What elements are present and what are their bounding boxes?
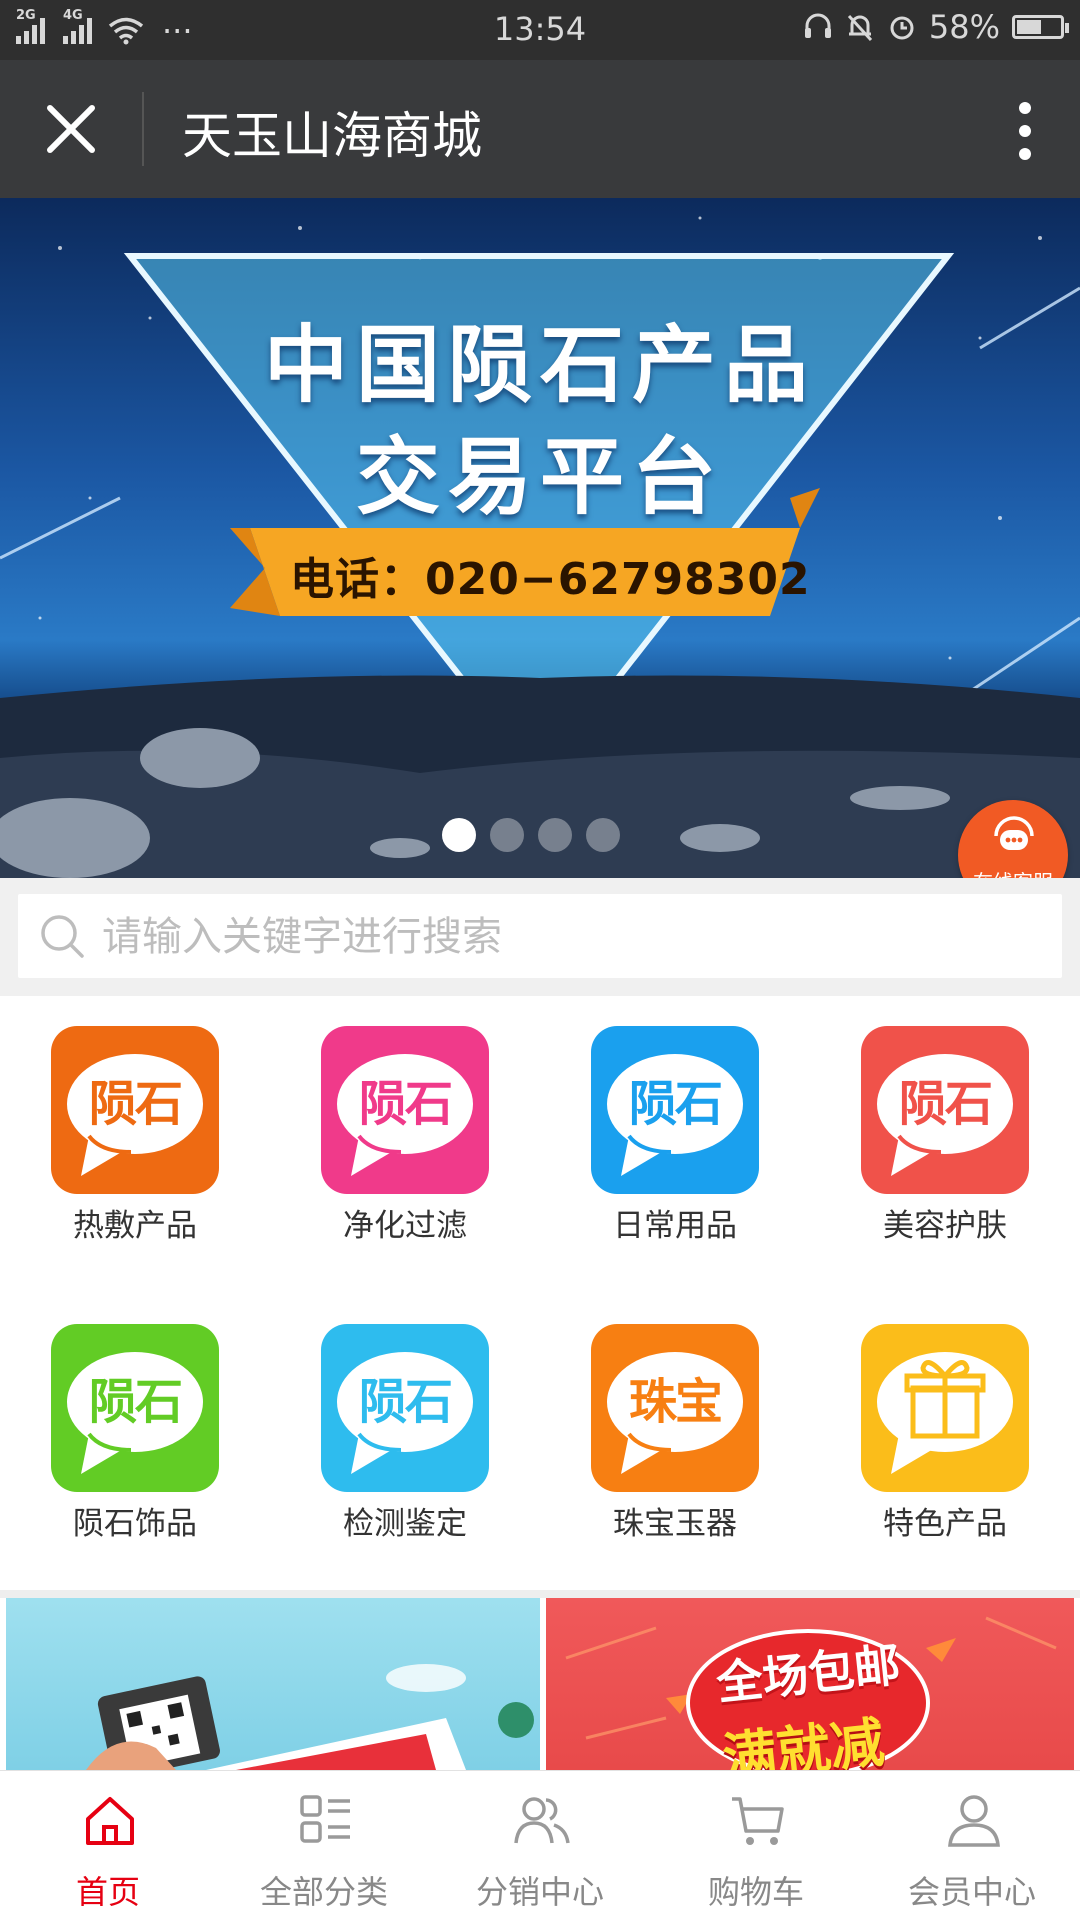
category-grid: 陨石 热敷产品 陨石 净化过滤 陨石 日常用品 陨石 美容护肤 陨石 陨石饰品 陨石 检测鉴定 珠宝 珠宝…: [0, 996, 1080, 1590]
category-label: 净化过滤: [343, 1208, 467, 1244]
speech-bubble-icon: 陨石: [591, 1026, 759, 1194]
close-icon[interactable]: [36, 94, 106, 164]
banner-title-line2: 交易平台: [355, 428, 724, 526]
banner-title-line1: 中国陨石产品: [263, 316, 816, 414]
category-icon: [300, 1795, 350, 1843]
headset-icon: [804, 13, 831, 38]
category-item[interactable]: 珠宝 珠宝玉器: [540, 1294, 810, 1554]
search-box[interactable]: [18, 894, 1062, 980]
category-item[interactable]: 特色产品: [810, 1294, 1080, 1554]
banner-carousel[interactable]: 中国陨石产品 交易平台 电话：020−62798302: [0, 198, 1080, 878]
category-label: 特色产品: [883, 1506, 1007, 1542]
search-input[interactable]: [100, 894, 1044, 980]
title-bar: 天玉山海商城: [0, 60, 1080, 198]
user-icon: [948, 1795, 1000, 1847]
mute-bell-icon: [847, 14, 872, 42]
speech-bubble-icon: 陨石: [861, 1026, 1029, 1194]
gift-icon: [861, 1324, 1029, 1492]
promo-separator: [0, 1590, 1080, 1598]
promo-banner-qrcode[interactable]: [6, 1598, 540, 1770]
battery-icon: [1012, 15, 1069, 39]
category-item[interactable]: 陨石 检测鉴定: [270, 1294, 540, 1554]
carousel-dot[interactable]: [490, 818, 524, 852]
title-divider: [142, 92, 144, 166]
carousel-dot[interactable]: [442, 818, 476, 852]
carousel-dot[interactable]: [538, 818, 572, 852]
battery-percent: 58%: [928, 8, 1000, 46]
more-menu-icon[interactable]: [1010, 96, 1040, 166]
nav-label: 分销中心: [475, 1873, 604, 1911]
category-icon-text: 陨石: [898, 1076, 993, 1132]
speech-bubble-icon: 陨石: [51, 1026, 219, 1194]
category-item[interactable]: 陨石 净化过滤: [270, 996, 540, 1256]
promo-banner-free-shipping[interactable]: 全场包邮 满就减: [546, 1598, 1074, 1770]
category-label: 美容护肤: [883, 1208, 1007, 1244]
category-icon-text: 珠宝: [628, 1374, 723, 1430]
nav-item[interactable]: 购物车: [648, 1771, 864, 1921]
nav-item[interactable]: 全部分类: [216, 1771, 432, 1921]
search-bar: [0, 878, 1080, 996]
speech-bubble-icon: 陨石: [51, 1324, 219, 1492]
category-label: 热敷产品: [73, 1208, 197, 1244]
chat-headset-icon: [994, 816, 1034, 850]
category-label: 检测鉴定: [343, 1506, 467, 1542]
nav-item[interactable]: 分销中心: [432, 1771, 648, 1921]
category-icon-text: 陨石: [358, 1076, 453, 1132]
category-icon-text: 陨石: [88, 1076, 183, 1132]
search-icon: [41, 915, 84, 958]
carousel-dots: [442, 818, 620, 852]
nav-label: 首页: [75, 1873, 140, 1911]
status-right: 58%: [803, 8, 1069, 46]
carousel-dot[interactable]: [586, 818, 620, 852]
category-icon-text: 陨石: [88, 1374, 183, 1430]
nav-item[interactable]: 会员中心: [864, 1771, 1080, 1921]
speech-bubble-icon: 陨石: [321, 1324, 489, 1492]
nav-item[interactable]: 首页: [0, 1771, 216, 1921]
category-item[interactable]: 陨石 美容护肤: [810, 996, 1080, 1256]
speech-bubble-icon: 珠宝: [591, 1324, 759, 1492]
page-title: 天玉山海商城: [182, 107, 482, 165]
category-label: 陨石饰品: [73, 1506, 197, 1542]
status-bar: 2G 4G ··· 13:54 58%: [0, 0, 1080, 60]
category-label: 日常用品: [613, 1208, 737, 1244]
category-item[interactable]: 陨石 热敷产品: [0, 996, 270, 1256]
category-icon-text: 陨石: [358, 1374, 453, 1430]
category-item[interactable]: 陨石 陨石饰品: [0, 1294, 270, 1554]
bottom-nav: 首页 全部分类 分销中心 购物车 会员中心: [0, 1770, 1080, 1921]
category-item[interactable]: 陨石 日常用品: [540, 996, 810, 1256]
alarm-icon: [890, 16, 914, 40]
banner-phone: 电话：020−62798302: [290, 554, 811, 605]
nav-label: 会员中心: [907, 1873, 1036, 1911]
home-icon: [86, 1797, 134, 1845]
category-icon-text: 陨石: [628, 1076, 723, 1132]
users-icon: [514, 1797, 570, 1844]
speech-bubble-icon: 陨石: [321, 1026, 489, 1194]
nav-label: 全部分类: [259, 1873, 388, 1911]
phone-qrcode-illustration: [86, 1664, 534, 1770]
nav-label: 购物车: [707, 1873, 804, 1911]
cart-icon: [732, 1797, 784, 1845]
category-label: 珠宝玉器: [613, 1506, 737, 1542]
